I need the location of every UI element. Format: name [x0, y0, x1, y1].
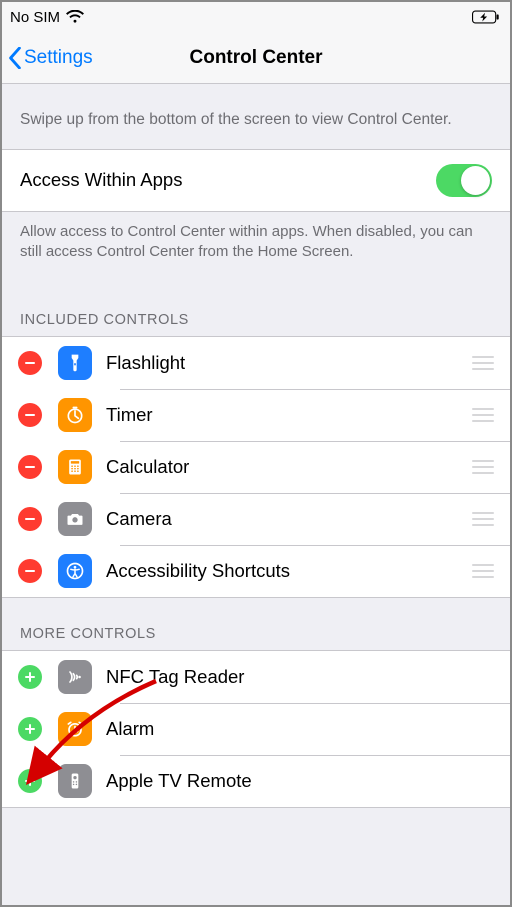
remote-icon	[58, 764, 92, 798]
item-label: Apple TV Remote	[106, 770, 498, 792]
wifi-icon	[66, 10, 84, 24]
timer-icon	[58, 398, 92, 432]
list-item-nfc-tag-reader[interactable]: NFC Tag Reader	[2, 651, 510, 703]
item-label: Timer	[106, 404, 472, 426]
item-label: NFC Tag Reader	[106, 666, 498, 688]
intro-text: Swipe up from the bottom of the screen t…	[2, 84, 510, 149]
list-item-apple-tv-remote[interactable]: Apple TV Remote	[2, 755, 510, 807]
item-label: Flashlight	[106, 352, 472, 374]
section-header-more: MORE CONTROLS	[2, 598, 510, 650]
flashlight-icon	[58, 346, 92, 380]
back-button[interactable]: Settings	[8, 32, 93, 83]
reorder-handle[interactable]	[472, 408, 498, 422]
minus-icon	[24, 409, 36, 421]
add-button[interactable]	[18, 665, 42, 689]
remove-button[interactable]	[18, 351, 42, 375]
section-header-included: INCLUDED CONTROLS	[2, 284, 510, 336]
access-within-apps-footer: Allow access to Control Center within ap…	[2, 212, 510, 285]
minus-icon	[24, 513, 36, 525]
minus-icon	[24, 461, 36, 473]
list-item-accessibility-shortcuts[interactable]: Accessibility Shortcuts	[2, 545, 510, 597]
carrier-label: No SIM	[10, 9, 60, 26]
item-label: Accessibility Shortcuts	[106, 560, 472, 582]
chevron-left-icon	[8, 47, 22, 69]
list-item-flashlight[interactable]: Flashlight	[2, 337, 510, 389]
remove-button[interactable]	[18, 455, 42, 479]
alarm-icon	[58, 712, 92, 746]
more-controls-list: NFC Tag Reader Alarm Apple TV Remote	[2, 650, 510, 808]
plus-icon	[24, 723, 36, 735]
remove-button[interactable]	[18, 403, 42, 427]
list-item-alarm[interactable]: Alarm	[2, 703, 510, 755]
back-label: Settings	[24, 47, 93, 69]
reorder-handle[interactable]	[472, 460, 498, 474]
list-item-calculator[interactable]: Calculator	[2, 441, 510, 493]
minus-icon	[24, 357, 36, 369]
list-item-timer[interactable]: Timer	[2, 389, 510, 441]
plus-icon	[24, 671, 36, 683]
camera-icon	[58, 502, 92, 536]
item-label: Alarm	[106, 718, 498, 740]
nav-bar: Settings Control Center	[2, 32, 510, 84]
item-label: Calculator	[106, 456, 472, 478]
accessibility-icon	[58, 554, 92, 588]
access-within-apps-label: Access Within Apps	[20, 169, 182, 191]
calculator-icon	[58, 450, 92, 484]
reorder-handle[interactable]	[472, 356, 498, 370]
reorder-handle[interactable]	[472, 512, 498, 526]
remove-button[interactable]	[18, 559, 42, 583]
included-controls-list: Flashlight Timer Calculator	[2, 336, 510, 598]
battery-charging-icon	[472, 10, 500, 24]
settings-control-center-screen: No SIM Settings Control Center Swipe up …	[0, 0, 512, 907]
reorder-handle[interactable]	[472, 564, 498, 578]
minus-icon	[24, 565, 36, 577]
add-button[interactable]	[18, 717, 42, 741]
plus-icon	[24, 775, 36, 787]
status-bar: No SIM	[2, 2, 510, 32]
remove-button[interactable]	[18, 507, 42, 531]
access-within-apps-row[interactable]: Access Within Apps	[2, 149, 510, 212]
nfc-icon	[58, 660, 92, 694]
access-within-apps-switch[interactable]	[436, 164, 492, 197]
item-label: Camera	[106, 508, 472, 530]
switch-knob	[461, 166, 490, 195]
list-item-camera[interactable]: Camera	[2, 493, 510, 545]
add-button[interactable]	[18, 769, 42, 793]
